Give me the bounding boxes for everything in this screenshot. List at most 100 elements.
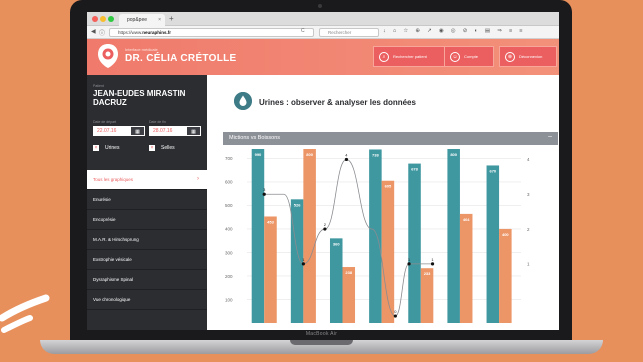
patient-name: JEAN-EUDES MIRASTIN DACRUZ	[93, 89, 186, 107]
bar	[408, 163, 421, 323]
sidebar-item-exstrophie[interactable]: Exstrophie vésicale	[87, 250, 207, 270]
line-point	[430, 262, 435, 266]
bar-value-label: 453	[267, 219, 274, 224]
sidebar-item-all-charts[interactable]: Tous les graphiques ›	[87, 170, 207, 190]
y2-tick-label: 1	[527, 262, 530, 267]
sidebar-item-enuresie[interactable]: Enurésie	[87, 190, 207, 210]
sidebar-item-chronologique[interactable]: Vue chronologique	[87, 290, 207, 310]
bar	[459, 213, 473, 323]
logout-label: Déconnexion	[519, 54, 543, 59]
filter-selles-checkbox[interactable]: × Selles	[149, 145, 175, 151]
logout-button[interactable]: ⊗ Déconnexion	[499, 46, 557, 67]
bar	[251, 149, 265, 323]
back-icon[interactable]: ◀	[91, 28, 96, 35]
filter-urines-label: Urines	[105, 145, 120, 151]
bar-value-label: 678	[411, 167, 418, 172]
y-tick-label: 200	[225, 274, 233, 279]
sidebar-item-label: Exstrophie vésicale	[93, 257, 132, 262]
browser-window: pop&pee × + ◀ ⓘ https://www.neuraphins.f…	[87, 12, 559, 330]
date-end-field[interactable]: 28.07.16 ▦	[149, 126, 201, 136]
sidebar-item-mar-hirschsprung[interactable]: M.A.R. & Hirschsprung	[87, 230, 207, 250]
bar-value-label: 526	[294, 202, 301, 207]
app-header: Interface médicale DR. CÉLIA CRÉTOLLE ⌕ …	[87, 39, 559, 75]
minimize-icon[interactable]: –	[548, 133, 552, 140]
search-patient-button[interactable]: ⌕ Rechercher patient	[373, 46, 445, 67]
browser-toolbar-icons[interactable]: ↓ ⌂ ☆ ⊕ ↗ ◉ ◎ ⊘ ◐ ▤ ⇒ ≡ ≡	[383, 28, 525, 34]
browser-tab[interactable]: pop&pee ×	[119, 14, 165, 26]
sidebar-item-label: Tous les graphiques	[93, 177, 134, 182]
main-content: Urines : observer & analyser les données…	[207, 75, 559, 330]
tab-close-icon[interactable]: ×	[158, 17, 161, 23]
bar	[329, 238, 343, 323]
doctor-name: DR. CÉLIA CRÉTOLLE	[125, 53, 237, 64]
minimize-window-icon[interactable]	[100, 16, 106, 22]
date-start-label: Date de départ	[93, 120, 117, 124]
y-tick-label: 300	[225, 250, 233, 255]
app-logo-icon	[98, 44, 118, 68]
user-icon: ☺	[450, 51, 460, 62]
checkbox-icon[interactable]: ×	[149, 145, 155, 151]
drop-icon	[234, 92, 252, 110]
app-subtitle: Interface médicale	[125, 47, 158, 52]
url-prefix: https://www.	[118, 30, 143, 35]
browser-search-input[interactable]: Rechercher	[319, 28, 379, 37]
close-window-icon[interactable]	[92, 16, 98, 22]
info-icon[interactable]: ⓘ	[99, 28, 105, 37]
account-label: Compte	[464, 54, 479, 59]
patient-label: Patient	[93, 84, 104, 88]
sidebar-item-label: Dysraphisme Spinal	[93, 277, 134, 282]
calendar-icon[interactable]: ▦	[187, 126, 201, 136]
reload-icon[interactable]: C	[301, 28, 305, 34]
bar-value-label: 400	[502, 232, 509, 237]
bar-value-label: 670	[489, 168, 496, 173]
date-start-field[interactable]: 22.07.16 ▦	[93, 126, 145, 136]
y-tick-label: 400	[225, 227, 233, 232]
filter-selles-label: Selles	[161, 145, 175, 151]
bar	[499, 228, 512, 323]
new-tab-icon[interactable]: +	[169, 14, 174, 23]
bar-value-label: 360	[333, 241, 340, 246]
date-end-value[interactable]: 28.07.16	[149, 126, 187, 136]
search-icon: ⌕	[379, 51, 389, 62]
bar-value-label: 464	[463, 217, 470, 222]
chevron-right-icon: ›	[197, 176, 199, 182]
bar-value-label: 605	[385, 184, 392, 189]
y2-tick-label: 3	[527, 192, 530, 197]
sidebar-menu: Tous les graphiques › Enurésie Encoprési…	[87, 170, 207, 310]
bar	[420, 268, 434, 323]
bar-value-label: 738	[372, 152, 379, 157]
line-point	[301, 262, 305, 266]
sidebar-item-encopresie[interactable]: Encoprésie	[87, 210, 207, 230]
sidebar-item-label: M.A.R. & Hirschsprung	[93, 237, 139, 242]
account-button[interactable]: ☺ Compte	[444, 46, 494, 67]
browser-toolbar: ◀ ⓘ https://www.neuraphins.fr C Recherch…	[87, 26, 559, 39]
sidebar-item-label: Encoprésie	[93, 217, 116, 222]
line-point	[262, 192, 266, 196]
bar	[486, 165, 500, 323]
date-end-label: Date de fin	[149, 120, 166, 124]
line-point-label: 1	[431, 257, 434, 262]
bar	[447, 149, 460, 323]
mictions-chart: 100 200 300 400 500 600 700 1 2 3 4 990 526 360 738 678…	[225, 149, 530, 323]
filter-urines-checkbox[interactable]: × Urines	[93, 145, 119, 151]
bar-value-label: 800	[450, 152, 457, 157]
line-point-label: 4	[345, 152, 348, 157]
date-start-value[interactable]: 22.07.16	[93, 126, 131, 136]
chart-panel-header: Mictions vs Boissons –	[223, 132, 558, 145]
laptop-notch	[290, 340, 353, 345]
checkbox-icon[interactable]: ×	[93, 145, 99, 151]
bar	[264, 216, 277, 323]
y-tick-label: 500	[225, 203, 233, 208]
bar-value-label: 990	[255, 152, 262, 157]
search-patient-label: Rechercher patient	[393, 54, 427, 59]
bar	[303, 149, 316, 323]
bar-value-label: 800	[306, 152, 313, 157]
line-point	[323, 227, 327, 231]
calendar-icon[interactable]: ▦	[131, 126, 145, 136]
maximize-window-icon[interactable]	[108, 16, 114, 22]
chart-panel-title: Mictions vs Boissons	[229, 135, 281, 141]
url-bar[interactable]: https://www.neuraphins.fr	[109, 28, 314, 37]
line-point	[344, 157, 349, 162]
camera-icon	[318, 4, 322, 8]
sidebar-item-dysraphisme[interactable]: Dysraphisme Spinal	[87, 270, 207, 290]
